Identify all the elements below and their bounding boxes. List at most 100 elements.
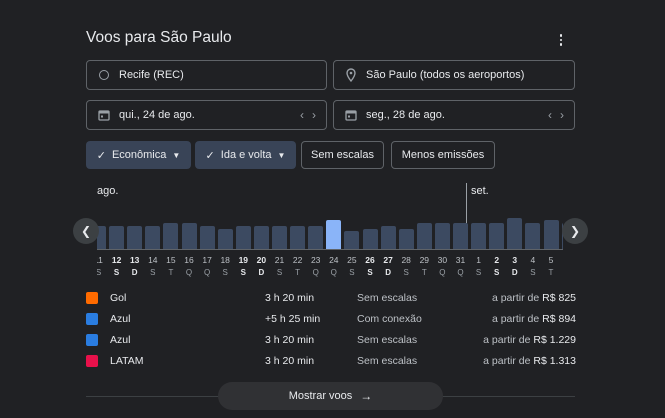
weekday-tick: S bbox=[222, 268, 228, 277]
price-bar-19[interactable] bbox=[235, 226, 251, 250]
price-bar-16[interactable] bbox=[181, 223, 197, 250]
price-bar-25[interactable] bbox=[344, 231, 360, 250]
price-bar-5[interactable] bbox=[543, 220, 559, 250]
price-bar-2[interactable] bbox=[489, 223, 505, 250]
price-bar-13[interactable] bbox=[127, 226, 143, 250]
destination-value: São Paulo (todos os aeroportos) bbox=[366, 69, 525, 81]
return-prev-icon[interactable]: ‹ bbox=[548, 108, 552, 122]
dropdown-caret-icon: ▼ bbox=[172, 150, 181, 160]
calendar-icon bbox=[97, 108, 111, 122]
price-prefix: a partir de bbox=[483, 334, 531, 346]
flight-stops: Sem escalas bbox=[357, 334, 418, 346]
price-bar-4[interactable] bbox=[525, 223, 541, 250]
flight-duration: 3 h 20 min bbox=[265, 292, 315, 304]
class-filter-label: Econômica bbox=[111, 149, 167, 161]
price-bar-12[interactable] bbox=[109, 226, 125, 250]
flight-row[interactable]: Gol 3 h 20 min Sem escalas a partir de R$ 8… bbox=[86, 291, 576, 309]
price-bar-31[interactable] bbox=[453, 223, 468, 250]
price-bar-29[interactable] bbox=[416, 223, 432, 250]
price-bar-21[interactable] bbox=[272, 226, 287, 250]
weekday-tick: S bbox=[113, 268, 120, 277]
depart-prev-icon[interactable]: ‹ bbox=[300, 108, 304, 122]
return-date-field[interactable]: seg., 28 de ago. ‹ › bbox=[333, 100, 575, 130]
month-label-aug: ago. bbox=[97, 185, 119, 197]
price-bar-14[interactable] bbox=[145, 226, 161, 250]
weekday-tick: S bbox=[240, 268, 246, 277]
price-bar-1[interactable] bbox=[471, 223, 487, 250]
class-filter-chip[interactable]: ✓ Econômica ▼ bbox=[86, 141, 191, 169]
date-tick-31: 31 bbox=[455, 255, 466, 265]
weekday-tick: T bbox=[421, 268, 427, 277]
date-tick-14: 14 bbox=[148, 255, 158, 265]
flight-row[interactable]: Azul +5 h 25 min Com conexão a partir de R$… bbox=[86, 312, 576, 330]
date-tick-4: 4 bbox=[530, 255, 536, 265]
weekday-tick: Q bbox=[439, 268, 446, 277]
weekday-tick: T bbox=[548, 268, 554, 277]
date-tick-21: 21 bbox=[274, 255, 285, 265]
price-bar-20[interactable] bbox=[253, 226, 269, 250]
flight-price: a partir de R$ 825 bbox=[492, 292, 576, 304]
trip-type-chip[interactable]: ✓ Ida e volta ▼ bbox=[195, 141, 296, 169]
price-value: R$ 894 bbox=[542, 313, 576, 325]
chevron-left-icon: ❮ bbox=[80, 224, 92, 238]
price-bar-30[interactable] bbox=[434, 223, 450, 250]
date-tick-18: 18 bbox=[220, 255, 230, 265]
date-tick-15: 15 bbox=[166, 255, 176, 265]
destination-field[interactable]: São Paulo (todos os aeroportos) bbox=[333, 60, 575, 90]
date-tick-19: 19 bbox=[238, 255, 249, 265]
weekday-tick: T bbox=[295, 268, 301, 277]
price-prefix: a partir de bbox=[491, 292, 540, 304]
weekday-tick: S bbox=[150, 268, 156, 277]
gol-logo-icon bbox=[86, 292, 98, 304]
price-bar-23[interactable] bbox=[308, 226, 324, 250]
depart-next-icon[interactable]: › bbox=[312, 108, 316, 122]
return-next-icon[interactable]: › bbox=[560, 108, 564, 122]
date-tick-24: 24 bbox=[329, 255, 339, 265]
flight-row[interactable]: Azul 3 h 20 min Sem escalas a partir de R$ … bbox=[86, 333, 576, 351]
nonstop-filter-label: Sem escalas bbox=[311, 149, 374, 161]
weekday-tick: D bbox=[258, 268, 265, 277]
price-bar-17[interactable] bbox=[199, 226, 215, 250]
date-tick-2: 2 bbox=[494, 255, 500, 265]
price-bar-22[interactable] bbox=[290, 226, 306, 250]
date-tick-3: 3 bbox=[512, 255, 518, 265]
origin-field[interactable]: Recife (REC) bbox=[86, 60, 327, 90]
page-title: Voos para São Paulo bbox=[86, 29, 232, 46]
price-bar-24[interactable] bbox=[326, 220, 342, 250]
price-bar-15[interactable] bbox=[163, 223, 179, 250]
chart-prev-button[interactable]: ❮ bbox=[73, 218, 99, 244]
chart-next-button[interactable]: ❯ bbox=[562, 218, 588, 244]
nonstop-filter-chip[interactable]: Sem escalas bbox=[301, 141, 384, 169]
date-axis: 11S12S13D14S15T16Q17Q18S19S20D21S22T23Q2… bbox=[97, 250, 563, 280]
emissions-filter-chip[interactable]: Menos emissões bbox=[391, 141, 495, 169]
trip-type-label: Ida e volta bbox=[220, 149, 272, 161]
month-label-sep: set. bbox=[471, 185, 489, 197]
more-vert-icon[interactable] bbox=[553, 31, 569, 49]
date-tick-22: 22 bbox=[292, 255, 303, 265]
azul-logo-icon bbox=[86, 334, 98, 346]
weekday-tick: Q bbox=[203, 268, 211, 277]
flight-duration: 3 h 20 min bbox=[265, 334, 315, 346]
price-chart bbox=[97, 212, 563, 250]
price-bar-18[interactable] bbox=[217, 229, 233, 250]
arrow-right-icon: → bbox=[360, 389, 373, 403]
weekday-tick: S bbox=[530, 268, 536, 277]
flight-price: a partir de R$ 1.313 bbox=[483, 355, 576, 367]
price-value: R$ 1.313 bbox=[533, 355, 576, 367]
date-tick-6: 6 bbox=[560, 255, 563, 265]
price-bar-28[interactable] bbox=[398, 229, 414, 250]
dropdown-caret-icon: ▼ bbox=[277, 150, 286, 160]
date-tick-1: 1 bbox=[476, 255, 481, 265]
flight-row[interactable]: LATAM 3 h 20 min Sem escalas a partir de R$… bbox=[86, 354, 576, 372]
airline-name: Azul bbox=[110, 313, 131, 325]
check-icon: ✓ bbox=[96, 149, 106, 162]
show-flights-button[interactable]: Mostrar voos → bbox=[218, 382, 443, 410]
flight-price: a partir de R$ 894 bbox=[492, 313, 576, 325]
price-bar-3[interactable] bbox=[507, 218, 523, 250]
price-bar-27[interactable] bbox=[380, 226, 396, 250]
date-tick-13: 13 bbox=[129, 255, 140, 265]
price-bar-26[interactable] bbox=[362, 229, 378, 250]
weekday-tick: Q bbox=[312, 268, 319, 277]
weekday-tick: Q bbox=[185, 268, 193, 277]
depart-date-field[interactable]: qui., 24 de ago. ‹ › bbox=[86, 100, 327, 130]
